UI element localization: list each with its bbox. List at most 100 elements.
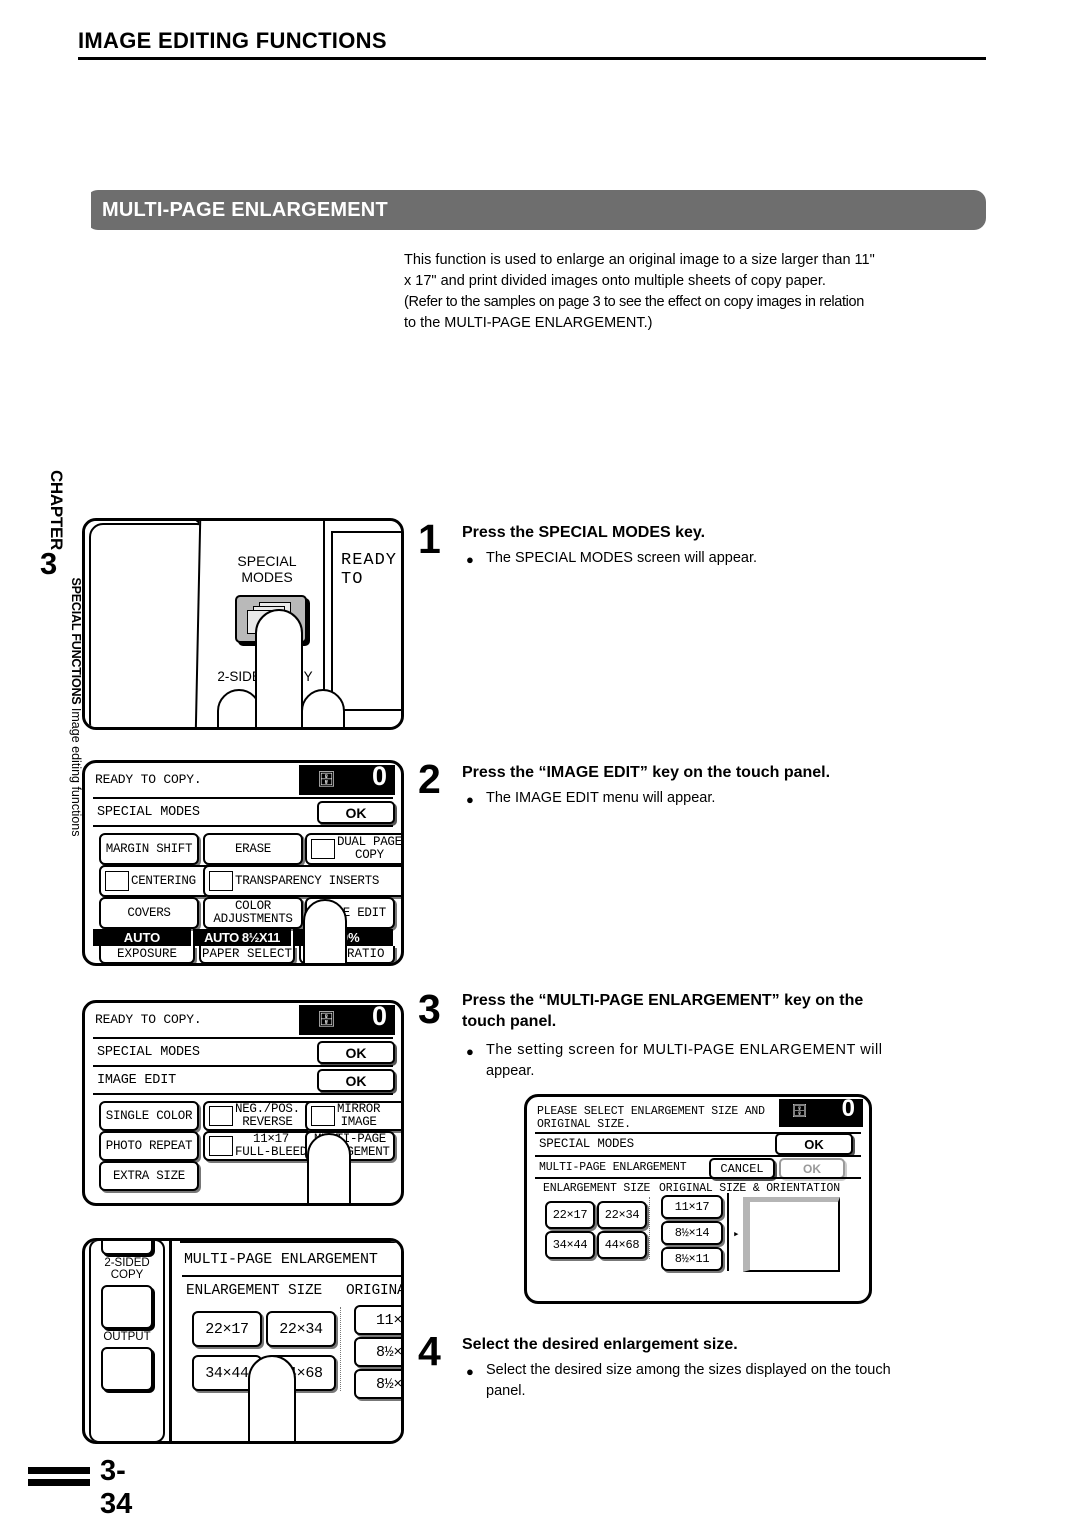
step-3-bullet-line-2: appear. [486,1063,535,1079]
paper-feed-icon-3: 🗄 [317,1012,337,1029]
submenu-ok-button-3[interactable]: OK [317,1069,395,1092]
step-3-bullet-dot: ● [466,1044,474,1059]
size-key-34x44[interactable]: 34×44 [545,1231,595,1259]
status-message-2: READY TO COPY. [95,772,202,787]
orientation-arrow-icon: ▸ [733,1229,740,1241]
intro-line-3: (Refer to the samples on page 3 to see t… [404,294,864,310]
step-4-bullet-line-1: Select the desired size among the sizes … [486,1362,891,1378]
cancel-button-5[interactable]: CANCEL [709,1158,775,1179]
ok-button-2[interactable]: OK [317,801,395,824]
ok-button-3[interactable]: OK [317,1041,395,1064]
step-1-bullet-text: The SPECIAL MODES screen will appear. [486,550,758,566]
dual-page-icon [311,839,335,859]
key-mirror-image-label: MIRROR IMAGE [337,1102,381,1129]
panel-key-output[interactable] [101,1347,153,1391]
size-key-22x17[interactable]: 22×17 [545,1201,595,1229]
orig-size-key-8.5x14[interactable]: 8½×14 [661,1221,723,1245]
size-key-22x34[interactable]: 22×34 [597,1201,647,1229]
ok-button-5[interactable]: OK [775,1133,853,1155]
orig-size-key-11x-4[interactable]: 11× [354,1305,401,1335]
column-divider-5 [649,1197,651,1259]
page-number: 3-34 [100,1455,133,1520]
divider-3c [93,1093,393,1095]
illustration-multipage-setting-screen: PLEASE SELECT ENLARGEMENT SIZE AND ORIGI… [524,1094,872,1304]
special-modes-key-label: SPECIAL MODES [237,553,297,585]
key-photo-repeat[interactable]: PHOTO REPEAT [99,1131,199,1161]
paper-feed-icon-5: 🗄 [791,1104,808,1119]
step-1-number: 1 [418,516,441,562]
orig-size-key-85x-a-4[interactable]: 8½× [354,1337,401,1367]
touch-panel-3: READY TO COPY. 🗄 0 SPECIAL MODES OK IMAG… [85,1003,401,1203]
key-color-adjustments[interactable]: COLOR ADJUSTMENTS [203,897,303,929]
page-title: IMAGE EDITING FUNCTIONS [78,28,387,53]
enlargement-size-header-4: ENLARGEMENT SIZE [186,1283,323,1299]
screen-top-edge-4 [180,1241,401,1243]
neg-pos-reverse-icon [209,1106,233,1126]
divider-3a [93,1037,393,1039]
status-message-5: PLEASE SELECT ENLARGEMENT SIZE AND ORIGI… [537,1105,765,1131]
orig-size-key-85x-b-4[interactable]: 8½× [354,1369,401,1399]
page-header: IMAGE EDITING FUNCTIONS [78,30,986,60]
key-single-color[interactable]: SINGLE COLOR [99,1101,199,1131]
centering-icon [105,871,129,891]
submenu-label-3: IMAGE EDIT [97,1073,177,1088]
intro-paragraph: This function is used to enlarge an orig… [404,250,990,334]
chapter-section-bold: SPECIAL FUNCTIONS [69,577,83,705]
key-dual-page-copy-label: DUAL PAGE COPY [337,835,402,862]
touch-panel-4: MULTI-PAGE ENLARGEMENT ENLARGEMENT SIZE … [169,1241,404,1441]
step-2-bullet-dot: ● [466,792,474,807]
size-key-44x68[interactable]: 44×68 [597,1231,647,1259]
paper-select-label[interactable]: PAPER SELECT [199,946,295,963]
transparency-icon [209,871,233,891]
original-size-header-4: ORIGINA [346,1283,404,1299]
illustration-image-edit-screen: READY TO COPY. 🗄 0 SPECIAL MODES OK IMAG… [82,1000,404,1206]
preview-left-rail [727,1193,729,1271]
panel-key-2sided[interactable] [101,1285,153,1329]
hand-pointing-finger-3 [307,1133,351,1203]
copy-count-2: 0 [371,761,387,791]
copy-count-5: 0 [841,1095,855,1122]
original-size-header-5: ORIGINAL SIZE & ORIENTATION [659,1182,840,1195]
intro-line-2: x 17" and print divided images onto mult… [404,273,826,289]
orig-size-key-11x17[interactable]: 11×17 [661,1195,723,1219]
key-margin-shift[interactable]: MARGIN SHIFT [99,833,199,865]
hand-pointing-finger [255,609,303,727]
section-label-2: SPECIAL MODES [97,805,200,820]
divider-2a [93,797,393,799]
step-4-bullet-dot: ● [466,1364,474,1379]
divider-5c [535,1177,861,1179]
column-divider-4 [340,1307,342,1391]
panel-body-left-inner [89,523,211,727]
lcd-ready-text: READY TO [341,551,398,589]
intro-line-1: This function is used to enlarge an orig… [404,252,875,268]
key-transparency-inserts[interactable]: TRANSPARENCY INSERTS [203,865,401,897]
key-dual-page-copy[interactable]: DUAL PAGE COPY [305,833,402,865]
copy-count-box-5: 🗄 0 [779,1097,863,1127]
step-3-number: 3 [418,986,441,1032]
submenu-label-5: MULTI-PAGE ENLARGEMENT [539,1161,687,1174]
size-key-22x34-4[interactable]: 22×34 [266,1311,336,1347]
copy-count-3: 0 [371,1001,387,1031]
orig-size-key-8.5x11[interactable]: 8½×11 [661,1247,723,1271]
exposure-label[interactable]: EXPOSURE [99,946,195,963]
key-mirror-image[interactable]: MIRROR IMAGE [305,1101,401,1131]
chapter-sidebar: CHAPTER 3 SPECIAL FUNCTIONS Image editin… [26,470,83,990]
key-extra-size[interactable]: EXTRA SIZE [99,1161,199,1191]
key-erase[interactable]: ERASE [203,833,303,865]
step-2-heading: Press the “IMAGE EDIT” key on the touch … [462,764,831,781]
banner-left-tick [86,190,91,230]
panel-label-2sided: 2-SIDED COPY [104,1257,150,1281]
divider-5b [535,1155,861,1157]
section-label-3: SPECIAL MODES [97,1045,200,1060]
copy-count-box-3: 🗄 0 [299,1003,395,1035]
status-message-3: READY TO COPY. [95,1012,202,1027]
screen-title-4: MULTI-PAGE ENLARGEMENT [184,1251,378,1268]
panel-key-top[interactable] [101,1241,153,1255]
size-key-22x17-4[interactable]: 22×17 [192,1311,262,1347]
section-banner-title: MULTI-PAGE ENLARGEMENT [102,198,388,221]
section-banner: MULTI-PAGE ENLARGEMENT [86,190,986,230]
enlargement-size-header-5: ENLARGEMENT SIZE [543,1182,651,1195]
panel-label-output: OUTPUT [103,1331,151,1343]
key-covers[interactable]: COVERS [99,897,199,929]
step-4-bullet-line-2: panel. [486,1383,526,1399]
